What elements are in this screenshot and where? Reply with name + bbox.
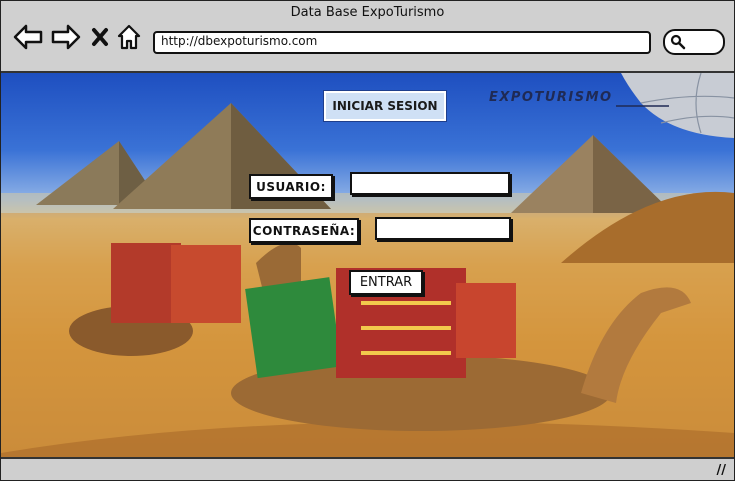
browser-window: Data Base ExpoTurismo http://dbexpoturis…	[0, 0, 735, 481]
search-box[interactable]	[663, 29, 725, 55]
arrow-left-icon	[13, 24, 43, 50]
address-bar[interactable]: http://dbexpoturismo.com	[153, 31, 651, 54]
arrow-right-icon	[51, 24, 81, 50]
entrar-button[interactable]: ENTRAR	[349, 270, 423, 295]
desert-background-image	[1, 73, 734, 457]
browser-toolbar: Data Base ExpoTurismo http://dbexpoturis…	[1, 1, 734, 73]
home-button[interactable]	[115, 23, 143, 51]
x-icon	[92, 28, 108, 46]
status-bar: //	[1, 457, 734, 480]
brand-logo: EXPOTURISMO	[489, 90, 613, 105]
window-title: Data Base ExpoTurismo	[290, 5, 445, 20]
forward-button[interactable]	[51, 23, 81, 51]
password-input[interactable]	[375, 217, 511, 240]
resize-grip-icon[interactable]: //	[717, 463, 727, 478]
home-icon	[117, 24, 141, 50]
usuario-label: USUARIO:	[249, 174, 333, 199]
stop-button[interactable]	[87, 23, 113, 51]
usuario-input[interactable]	[350, 172, 510, 195]
password-label: CONTRASEÑA:	[249, 218, 359, 243]
back-button[interactable]	[13, 23, 43, 51]
page-viewport: INICIAR SESION EXPOTURISMO USUARIO: CONT…	[1, 73, 734, 457]
search-icon	[670, 34, 686, 50]
login-heading: INICIAR SESION	[323, 90, 447, 122]
address-bar-url: http://dbexpoturismo.com	[161, 34, 318, 48]
